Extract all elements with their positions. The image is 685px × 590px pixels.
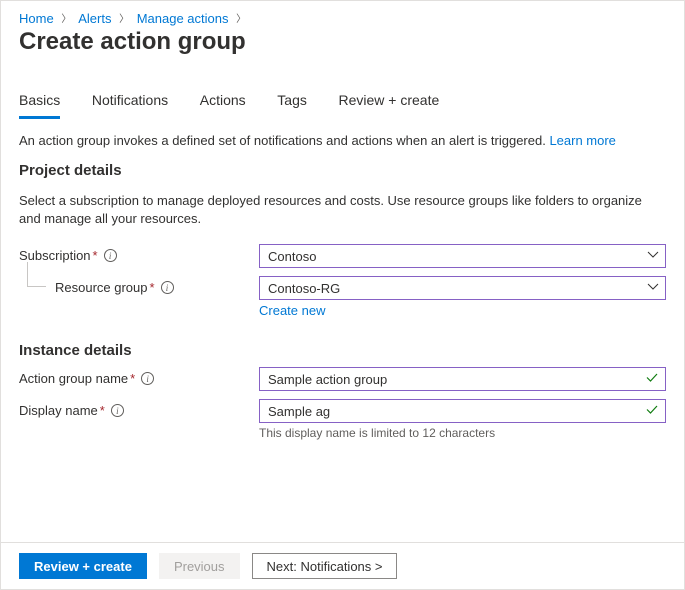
chevron-down-icon (647, 249, 659, 264)
checkmark-icon (645, 403, 659, 420)
learn-more-link[interactable]: Learn more (549, 133, 615, 148)
display-name-helper: This display name is limited to 12 chara… (259, 426, 666, 440)
intro-text: An action group invokes a defined set of… (19, 133, 666, 148)
tab-bar: Basics Notifications Actions Tags Review… (19, 86, 666, 119)
action-group-name-value: Sample action group (268, 372, 387, 387)
resource-group-value: Contoso-RG (268, 281, 340, 296)
tab-tags[interactable]: Tags (277, 86, 307, 119)
subscription-value: Contoso (268, 249, 316, 264)
page-title: Create action group (19, 28, 666, 56)
previous-button: Previous (159, 553, 240, 579)
info-icon[interactable]: i (141, 372, 154, 385)
chevron-down-icon (647, 281, 659, 296)
breadcrumb-alerts[interactable]: Alerts (78, 11, 111, 26)
subscription-label: Subscription* i (19, 244, 259, 263)
display-name-input[interactable]: Sample ag (259, 399, 666, 423)
tab-basics[interactable]: Basics (19, 86, 60, 119)
resource-group-label: Resource group* i (19, 276, 259, 295)
instance-details-heading: Instance details (19, 342, 666, 359)
project-details-desc: Select a subscription to manage deployed… (19, 192, 666, 228)
subscription-select[interactable]: Contoso (259, 244, 666, 268)
breadcrumb: Home 〉 Alerts 〉 Manage actions 〉 (19, 11, 666, 26)
review-create-button[interactable]: Review + create (19, 553, 147, 579)
breadcrumb-manage-actions[interactable]: Manage actions (137, 11, 229, 26)
chevron-right-icon: 〉 (119, 10, 129, 25)
chevron-right-icon: 〉 (61, 10, 71, 25)
checkmark-icon (645, 371, 659, 388)
action-group-name-input[interactable]: Sample action group (259, 367, 666, 391)
display-name-label: Display name* i (19, 399, 259, 418)
tab-actions[interactable]: Actions (200, 86, 246, 119)
info-icon[interactable]: i (111, 404, 124, 417)
display-name-value: Sample ag (268, 404, 330, 419)
next-button[interactable]: Next: Notifications > (252, 553, 398, 579)
info-icon[interactable]: i (161, 281, 174, 294)
chevron-right-icon: 〉 (236, 10, 246, 25)
footer-bar: Review + create Previous Next: Notificat… (1, 542, 684, 589)
create-new-link[interactable]: Create new (259, 303, 325, 318)
tab-review-create[interactable]: Review + create (339, 86, 440, 119)
breadcrumb-home[interactable]: Home (19, 11, 54, 26)
resource-group-select[interactable]: Contoso-RG (259, 276, 666, 300)
tab-notifications[interactable]: Notifications (92, 86, 168, 119)
action-group-name-label: Action group name* i (19, 367, 259, 386)
info-icon[interactable]: i (104, 249, 117, 262)
project-details-heading: Project details (19, 162, 666, 179)
